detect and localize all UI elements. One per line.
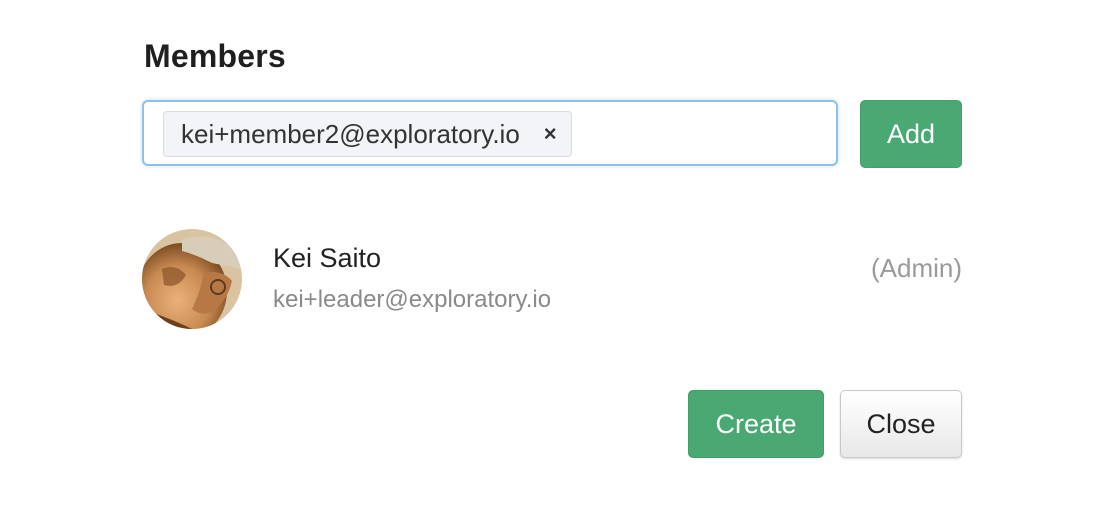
remove-tag-icon[interactable]: × bbox=[544, 123, 557, 145]
member-email-input[interactable]: kei+member2@exploratory.io × bbox=[142, 100, 838, 166]
close-button[interactable]: Close bbox=[840, 390, 962, 458]
email-tag: kei+member2@exploratory.io × bbox=[163, 111, 572, 157]
member-name: Kei Saito bbox=[273, 243, 382, 273]
member-email: kei+leader@exploratory.io bbox=[273, 286, 552, 313]
member-avatar bbox=[142, 229, 242, 329]
email-tag-label: kei+member2@exploratory.io bbox=[181, 118, 520, 149]
create-button[interactable]: Create bbox=[688, 390, 824, 458]
members-heading: Members bbox=[144, 38, 286, 74]
add-member-button[interactable]: Add bbox=[860, 100, 962, 168]
member-role-badge: (Admin) bbox=[870, 253, 962, 283]
avatar-photo-icon bbox=[142, 229, 242, 329]
